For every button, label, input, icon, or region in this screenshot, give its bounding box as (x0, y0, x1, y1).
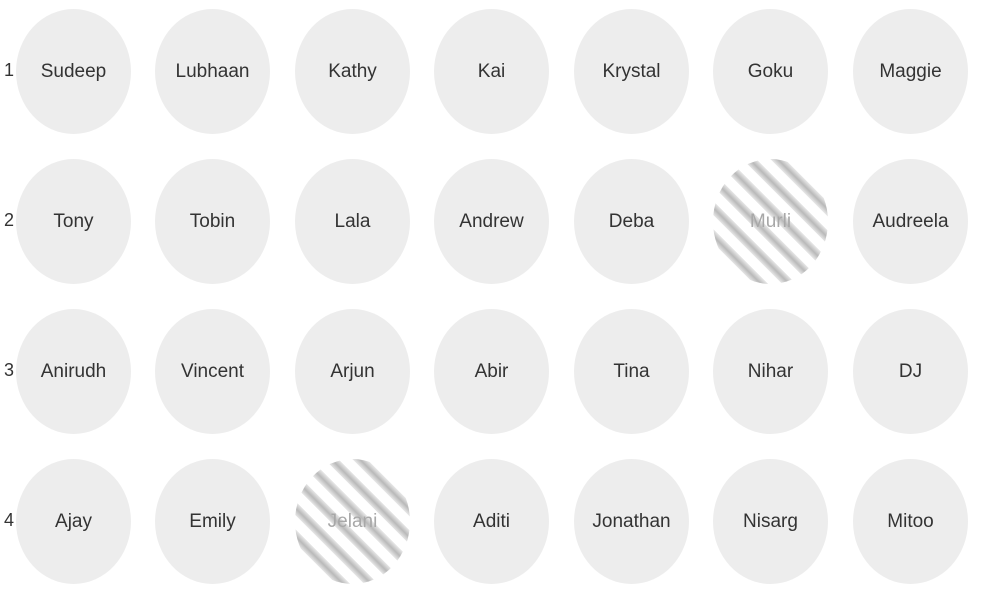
seat-name: Sudeep (40, 60, 107, 82)
seat-name: Lala (334, 210, 371, 232)
seat-name: Jonathan (592, 510, 671, 532)
seat-tony[interactable]: Tony (16, 159, 131, 284)
seat-name: Kathy (328, 60, 377, 82)
seat-jelani-reserved: Jelani (295, 459, 410, 584)
seat-name: Abir (474, 360, 509, 382)
seat-name: Nisarg (743, 510, 798, 532)
seat-name: Tina (613, 360, 650, 382)
row-number: 2 (4, 210, 15, 230)
seat-grid: 1 Sudeep Lubhaan Kathy Kai Krystal Goku … (0, 0, 988, 607)
seat-name: Maggie (879, 60, 942, 82)
seat-name: Tobin (189, 210, 236, 232)
seat-tobin[interactable]: Tobin (155, 159, 270, 284)
seat-name: DJ (898, 360, 923, 382)
seat-name: Murli (749, 210, 792, 232)
seat-sudeep[interactable]: Sudeep (16, 9, 131, 134)
seat-maggie[interactable]: Maggie (853, 9, 968, 134)
seat-andrew[interactable]: Andrew (434, 159, 549, 284)
seat-name: Emily (189, 510, 236, 532)
seat-dj[interactable]: DJ (853, 309, 968, 434)
seat-row-2: 2 Tony Tobin Lala Andrew Deba Murli Audr… (0, 159, 988, 284)
seat-name: Krystal (602, 60, 661, 82)
seat-goku[interactable]: Goku (713, 9, 828, 134)
seat-kathy[interactable]: Kathy (295, 9, 410, 134)
seat-emily[interactable]: Emily (155, 459, 270, 584)
seat-name: Lubhaan (175, 60, 250, 82)
seat-aditi[interactable]: Aditi (434, 459, 549, 584)
seat-lubhaan[interactable]: Lubhaan (155, 9, 270, 134)
seat-ajay[interactable]: Ajay (16, 459, 131, 584)
seat-krystal[interactable]: Krystal (574, 9, 689, 134)
seat-anirudh[interactable]: Anirudh (16, 309, 131, 434)
seat-name: Jelani (327, 510, 378, 532)
seat-name: Tony (53, 210, 94, 232)
seat-lala[interactable]: Lala (295, 159, 410, 284)
seat-mitoo[interactable]: Mitoo (853, 459, 968, 584)
seat-nihar[interactable]: Nihar (713, 309, 828, 434)
seat-deba[interactable]: Deba (574, 159, 689, 284)
seat-name: Ajay (55, 510, 92, 532)
row-number: 1 (4, 60, 15, 80)
row-number: 4 (4, 510, 15, 530)
seat-tina[interactable]: Tina (574, 309, 689, 434)
seat-row-1: 1 Sudeep Lubhaan Kathy Kai Krystal Goku … (0, 9, 988, 134)
seat-nisarg[interactable]: Nisarg (713, 459, 828, 584)
seat-audreela[interactable]: Audreela (853, 159, 968, 284)
seat-name: Audreela (872, 210, 949, 232)
seat-name: Nihar (747, 360, 794, 382)
seat-name: Deba (608, 210, 655, 232)
seat-vincent[interactable]: Vincent (155, 309, 270, 434)
seat-murli-reserved: Murli (713, 159, 828, 284)
seat-name: Kai (477, 60, 506, 82)
seat-name: Mitoo (887, 510, 934, 532)
seat-arjun[interactable]: Arjun (295, 309, 410, 434)
seat-kai[interactable]: Kai (434, 9, 549, 134)
seat-name: Andrew (459, 210, 524, 232)
seat-name: Arjun (330, 360, 375, 382)
seat-name: Goku (747, 60, 794, 82)
seat-jonathan[interactable]: Jonathan (574, 459, 689, 584)
seat-abir[interactable]: Abir (434, 309, 549, 434)
seat-row-3: 3 Anirudh Vincent Arjun Abir Tina Nihar … (0, 309, 988, 434)
seat-row-4: 4 Ajay Emily Jelani Aditi Jonathan Nisar… (0, 459, 988, 584)
row-number: 3 (4, 360, 15, 380)
seat-name: Vincent (180, 360, 245, 382)
seat-name: Aditi (473, 510, 510, 532)
seat-name: Anirudh (40, 360, 107, 382)
